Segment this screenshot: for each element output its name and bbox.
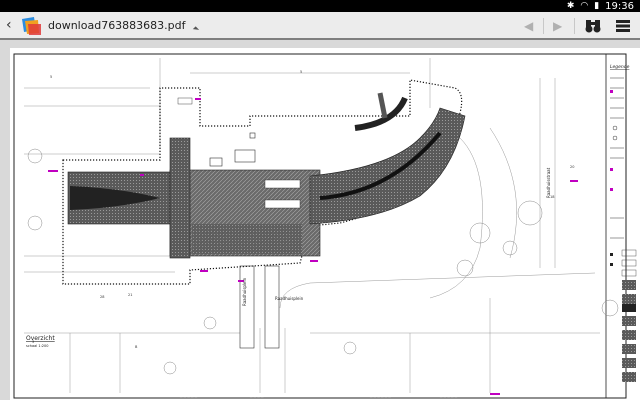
wifi-icon: ◠ [580,1,589,11]
status-icons: ✱ ◠ ▮ 19:36 [567,0,634,12]
svg-text:5: 5 [50,75,52,79]
status-time: 19:36 [605,0,634,12]
file-title[interactable]: download763883683.pdf [48,19,186,32]
chevron-left-icon[interactable]: ‹ [6,18,12,32]
chevron-down-icon[interactable] [192,26,200,33]
site-plan-drawing: 55 28 21 B3 1820 Raadhuisplein Raadhuispl… [13,53,637,400]
bluetooth-icon: ✱ [566,1,575,11]
overview-scale: schaal 1:200 [26,344,48,348]
svg-text:─ ─ ─ ─ ─: ─ ─ ─ ─ ─ [439,395,458,400]
divider [574,18,575,34]
overflow-menu-icon[interactable] [616,20,630,32]
street-name-right: Raadhuisstraat [546,167,551,198]
street-name-horizontal: Raadhuisplein [275,296,304,301]
overview-label: Overzicht [26,335,55,342]
svg-text:─ ─ ─ ─: ─ ─ ─ ─ [249,395,264,400]
street-name-vertical: Raadhuisplein [242,277,247,306]
battery-icon: ▮ [594,1,600,11]
svg-text:21: 21 [128,293,132,297]
svg-text:5: 5 [300,70,302,74]
svg-text:B: B [135,345,138,349]
pdf-viewer-logo[interactable] [19,16,43,36]
binoculars-icon[interactable] [585,19,601,33]
svg-text:─ ─ ─ ─ ─: ─ ─ ─ ─ ─ [179,395,198,400]
next-page-icon[interactable]: ▶ [553,19,562,33]
svg-text:─ ─ ─ ─ ─ ─: ─ ─ ─ ─ ─ ─ [369,395,391,400]
legend-title: Legende [610,64,630,70]
svg-text:28: 28 [100,295,104,299]
divider [543,18,544,34]
previous-page-icon[interactable]: ◀ [524,19,533,33]
svg-text:20: 20 [570,165,574,169]
action-bar: ‹ download763883683.pdf ◀ ▶ [0,12,640,40]
status-bar: ✱ ◠ ▮ 19:36 [0,0,640,12]
pdf-page[interactable]: 55 28 21 B3 18 20 Raadhuisplein Raadhuispl… [10,48,640,400]
